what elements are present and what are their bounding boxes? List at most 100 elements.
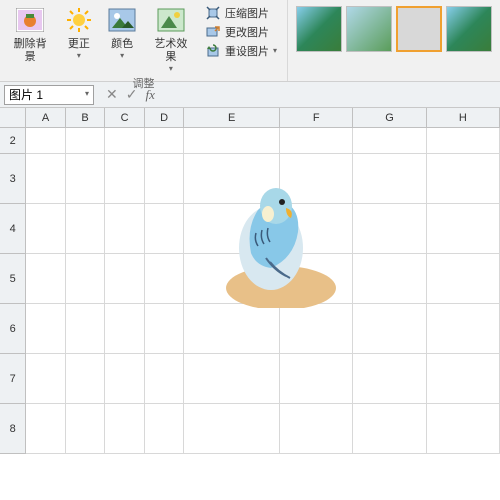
row-header[interactable]: 8 [0,404,26,454]
cell[interactable] [145,404,184,454]
cell[interactable] [427,254,500,304]
cell[interactable] [66,254,105,304]
accept-formula-button[interactable]: ✓ [126,86,138,103]
cell[interactable] [26,404,65,454]
name-box[interactable]: ▾ [4,85,94,105]
cell[interactable] [280,128,353,154]
cell[interactable] [66,154,105,204]
ribbon-group-styles [288,0,500,81]
cell[interactable] [145,254,184,304]
chevron-down-icon: ▾ [169,64,173,73]
ribbon-group-adjust: 删除背景 更正 ▾ 颜色 ▾ 艺术效果 ▾ [0,0,288,81]
cell[interactable] [427,128,500,154]
cell[interactable] [353,404,426,454]
compress-picture-button[interactable]: 压缩图片 [201,4,281,22]
select-all-cell[interactable] [0,108,26,127]
name-box-input[interactable] [9,88,69,102]
fx-icon[interactable]: fx [145,87,154,103]
cell[interactable] [26,304,65,354]
cell[interactable] [427,404,500,454]
cell[interactable] [427,204,500,254]
cell[interactable] [66,304,105,354]
compress-label: 压缩图片 [225,5,269,21]
column-header[interactable]: E [184,108,280,127]
row-header[interactable]: 4 [0,204,26,254]
picture-style-gallery [292,2,496,56]
column-header[interactable]: H [427,108,500,127]
change-picture-button[interactable]: 更改图片 [201,23,281,41]
column-header[interactable]: F [280,108,353,127]
embedded-picture[interactable] [196,158,346,311]
cell[interactable] [353,128,426,154]
reset-picture-icon [205,43,221,59]
cell[interactable] [353,354,426,404]
reset-picture-button[interactable]: 重设图片 ▾ [201,42,281,60]
cell[interactable] [105,404,144,454]
picture-style-thumb[interactable] [296,6,342,52]
row-header[interactable]: 6 [0,304,26,354]
cell[interactable] [105,354,144,404]
cell[interactable] [66,404,105,454]
column-header[interactable]: A [26,108,65,127]
chevron-down-icon: ▾ [273,46,277,55]
cell[interactable] [145,154,184,204]
cell[interactable] [280,354,353,404]
change-label: 更改图片 [225,24,269,40]
color-label: 颜色 [111,38,133,51]
cell[interactable] [184,404,280,454]
cell[interactable] [145,128,184,154]
cell[interactable] [280,404,353,454]
corrections-label: 更正 [68,38,90,51]
cell[interactable] [66,204,105,254]
artistic-effects-button[interactable]: 艺术效果 ▾ [145,2,197,75]
row-header[interactable]: 3 [0,154,26,204]
cell[interactable] [184,304,280,354]
row-header[interactable]: 7 [0,354,26,404]
artistic-label: 艺术效果 [151,38,191,64]
column-header[interactable]: B [66,108,105,127]
cell[interactable] [105,254,144,304]
cell[interactable] [105,128,144,154]
picture-style-thumb[interactable] [396,6,442,52]
cell[interactable] [145,204,184,254]
cell[interactable] [26,154,65,204]
cell[interactable] [66,128,105,154]
cell[interactable] [353,154,426,204]
cell[interactable] [145,354,184,404]
corrections-button[interactable]: 更正 ▾ [58,2,99,62]
color-icon [106,4,138,36]
column-header[interactable]: D [145,108,184,127]
cell[interactable] [353,204,426,254]
cancel-formula-button[interactable]: ✕ [106,86,118,103]
cell[interactable] [26,254,65,304]
color-button[interactable]: 颜色 ▾ [102,2,143,62]
picture-style-thumb[interactable] [446,6,492,52]
spreadsheet-grid[interactable]: ABCDEFGH 2345678 [0,108,500,454]
chevron-down-icon: ▾ [120,51,124,60]
cell[interactable] [66,354,105,404]
cell[interactable] [105,204,144,254]
cell[interactable] [26,128,65,154]
cell[interactable] [184,128,280,154]
cell[interactable] [145,304,184,354]
remove-background-icon [14,4,46,36]
cell[interactable] [427,354,500,404]
cell[interactable] [26,204,65,254]
cell[interactable] [26,354,65,404]
cell[interactable] [427,304,500,354]
remove-background-button[interactable]: 删除背景 [4,2,56,66]
picture-style-thumb[interactable] [346,6,392,52]
cell[interactable] [427,154,500,204]
cell[interactable] [184,354,280,404]
cell[interactable] [353,254,426,304]
row-header[interactable]: 2 [0,128,26,154]
cell[interactable] [105,304,144,354]
cell[interactable] [105,154,144,204]
cell[interactable] [353,304,426,354]
cell[interactable] [280,304,353,354]
chevron-down-icon[interactable]: ▾ [85,89,89,98]
row-header[interactable]: 5 [0,254,26,304]
column-header[interactable]: G [353,108,426,127]
artistic-effects-icon [155,4,187,36]
column-header[interactable]: C [105,108,144,127]
